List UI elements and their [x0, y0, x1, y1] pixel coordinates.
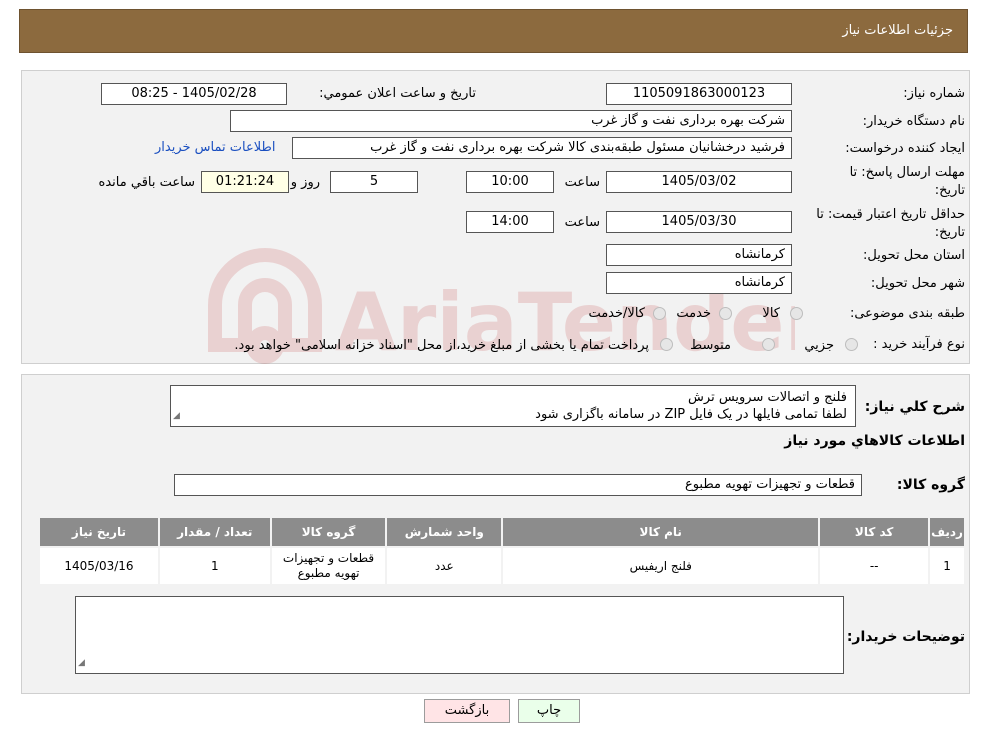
creator-field: فرشید درخشانیان مسئول طبقه‌بندی کالا شرک…: [292, 137, 792, 159]
cell-item-code: --: [818, 546, 931, 586]
col-header-need-date: تاریخ نیاز: [38, 516, 160, 548]
goods-group-label: گروه کالا:: [896, 477, 965, 493]
page-title: جزئیات اطلاعات نیاز: [842, 23, 953, 38]
buyer-contact-link[interactable]: اطلاعات تماس خریدار: [155, 140, 275, 155]
buyer-org-field: شرکت بهره برداری نفت و گاز غرب: [230, 110, 792, 132]
goods-section-title: اطلاعات کالاهاي مورد نیاز: [784, 433, 965, 449]
resize-handle-icon[interactable]: ◢: [173, 408, 180, 425]
price-validity-label-2: تاریخ:: [934, 225, 965, 240]
process-radio-minor[interactable]: [845, 338, 858, 351]
days-label: روز و: [290, 175, 320, 190]
buyer-notes-textarea[interactable]: ◢: [75, 596, 844, 674]
process-option-medium: متوسط: [690, 338, 731, 353]
need-number-field: 1105091863000123: [606, 83, 792, 105]
validity-date-field: 1405/03/30: [606, 211, 792, 233]
buyer-notes-label: توضیحات خریدار:: [846, 629, 965, 645]
days-field: 5: [330, 171, 418, 193]
cell-quantity: 1: [157, 546, 272, 586]
buyer-org-label: نام دستگاه خریدار:: [862, 114, 965, 129]
cell-item-name: فلنج اریفیس: [501, 546, 821, 586]
validity-time-label: ساعت: [564, 215, 600, 230]
creator-label: ایجاد کننده درخواست:: [845, 141, 965, 156]
description-label: شرح کلي نیاز:: [864, 399, 965, 415]
resize-handle-icon[interactable]: ◢: [78, 655, 85, 672]
validity-time-field: 14:00: [466, 211, 554, 233]
cell-need-date: 1405/03/16: [38, 546, 160, 586]
city-label: شهر محل تحویل:: [870, 276, 965, 291]
process-radio-medium[interactable]: [762, 338, 775, 351]
reply-deadline-label-2: تاریخ:: [934, 183, 965, 198]
page-header: جزئیات اطلاعات نیاز: [19, 9, 968, 53]
city-field: کرمانشاه: [606, 272, 792, 294]
remaining-time-label: ساعت باقي مانده: [98, 175, 195, 190]
process-option-minor: جزیي: [804, 338, 834, 353]
cell-group: قطعات و تجهیزات تهویه مطبوع: [269, 546, 388, 586]
goods-table: ردیف کد کالا نام کالا واحد شمارش گروه کا…: [38, 516, 966, 586]
description-line-2: لطفا تمامی فایلها در یک فایل ZIP در ساما…: [535, 407, 847, 422]
reply-time-field: 10:00: [466, 171, 554, 193]
category-label: طبقه بندی موضوعی:: [849, 306, 965, 321]
col-header-item-name: نام کالا: [501, 516, 821, 548]
need-number-label: شماره نیاز:: [903, 86, 965, 101]
process-radio-treasury[interactable]: [660, 338, 673, 351]
col-header-group: گروه کالا: [269, 516, 388, 548]
process-note: پرداخت تمام یا بخشی از مبلغ خرید،از محل …: [234, 338, 649, 353]
province-label: استان محل تحویل:: [863, 248, 965, 263]
col-header-unit: واحد شمارش: [385, 516, 504, 548]
back-button[interactable]: بازگشت: [424, 699, 510, 723]
category-radio-service[interactable]: [719, 307, 732, 320]
process-label: نوع فرآیند خرید :: [873, 337, 965, 352]
reply-deadline-label: مهلت ارسال پاسخ: تا: [849, 165, 965, 180]
price-validity-label: حداقل تاریخ اعتبار قیمت: تا: [816, 207, 965, 222]
goods-group-field: قطعات و تجهیزات تهویه مطبوع: [174, 474, 862, 496]
reply-time-label: ساعت: [564, 175, 600, 190]
category-option-service: خدمت: [676, 306, 711, 321]
category-radio-goods-service[interactable]: [653, 307, 666, 320]
description-textarea[interactable]: فلنج و اتصالات سرویس ترش لطفا تمامی فایل…: [170, 385, 856, 427]
print-button[interactable]: چاپ: [518, 699, 580, 723]
cell-row-number: 1: [928, 546, 966, 586]
col-header-row-number: ردیف: [928, 516, 966, 548]
category-radio-goods[interactable]: [790, 307, 803, 320]
description-line-1: فلنج و اتصالات سرویس ترش: [688, 390, 847, 405]
announce-datetime-field: 1405/02/28 - 08:25: [101, 83, 287, 105]
table-header-row: ردیف کد کالا نام کالا واحد شمارش گروه کا…: [38, 516, 966, 548]
province-field: کرمانشاه: [606, 244, 792, 266]
cell-unit: عدد: [385, 546, 504, 586]
table-row: 1 -- فلنج اریفیس عدد قطعات و تجهیزات تهو…: [38, 546, 966, 586]
reply-date-field: 1405/03/02: [606, 171, 792, 193]
announce-label: تاریخ و ساعت اعلان عمومي:: [319, 86, 476, 101]
remaining-time-field: 01:21:24: [201, 171, 289, 193]
col-header-quantity: تعداد / مقدار: [157, 516, 272, 548]
category-option-goods: کالا: [762, 306, 780, 321]
col-header-item-code: کد کالا: [818, 516, 931, 548]
category-option-goods-service: کالا/خدمت: [588, 306, 645, 321]
